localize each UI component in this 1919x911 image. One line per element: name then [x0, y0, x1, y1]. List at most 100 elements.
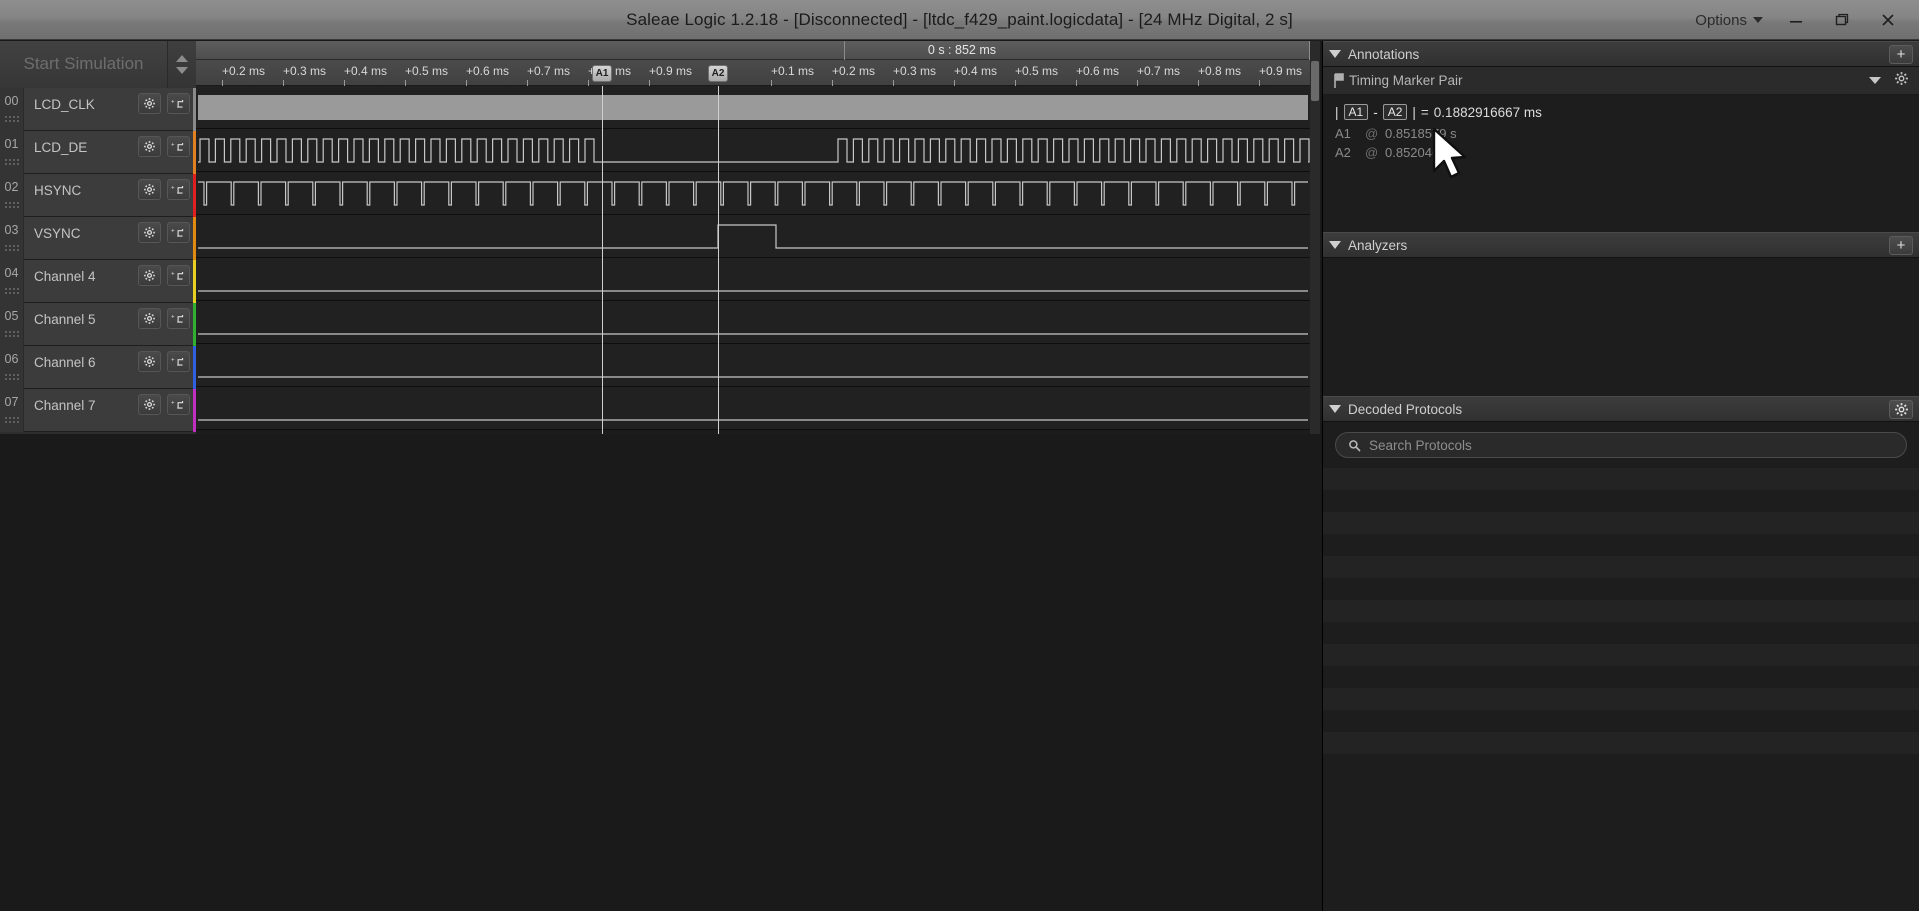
channel-row-channel-4[interactable]: 04 Channel 4 +	[0, 260, 196, 303]
decoded-protocols-settings-button[interactable]	[1889, 400, 1913, 419]
channel-settings-gear-icon[interactable]	[138, 351, 161, 372]
drag-handle-icon[interactable]	[4, 416, 19, 424]
options-menu-button[interactable]: Options	[1685, 8, 1773, 33]
protocol-list-row[interactable]	[1323, 556, 1919, 578]
protocol-list-row[interactable]	[1323, 490, 1919, 512]
protocol-list-row[interactable]	[1323, 578, 1919, 600]
protocol-list-row[interactable]	[1323, 534, 1919, 556]
sample-rate-spinner[interactable]	[168, 40, 196, 88]
channel-buttons: +	[138, 260, 196, 286]
channel-row-channel-7[interactable]: 07 Channel 7 +	[0, 389, 196, 432]
channel-settings-gear-icon[interactable]	[138, 308, 161, 329]
close-button[interactable]	[1865, 0, 1911, 40]
channel-name-label: LCD_DE	[34, 140, 88, 155]
channel-name-label: Channel 6	[34, 355, 96, 370]
drag-handle-icon[interactable]	[4, 287, 19, 295]
protocol-list-row[interactable]	[1323, 688, 1919, 710]
waveform-area[interactable]: 0 s : 852 ms +0.2 ms +0.3 ms +0.4 ms +0.5 m…	[196, 41, 1310, 434]
protocol-list-row[interactable]	[1323, 600, 1919, 622]
marker-a1-row-label: A1	[1335, 126, 1351, 141]
channel-settings-gear-icon[interactable]	[138, 394, 161, 415]
drag-handle-icon[interactable]	[4, 201, 19, 209]
ruler-tick-label: +0.4 ms	[954, 64, 998, 78]
channel-row-vsync[interactable]: 03 VSYNC +	[0, 217, 196, 260]
start-simulation-button[interactable]: Start Simulation	[0, 40, 168, 88]
ruler-tick-label: +0.5 ms	[1015, 64, 1059, 78]
protocol-list-row[interactable]	[1323, 666, 1919, 688]
ruler-tick-label: +0.7 ms	[527, 64, 571, 78]
marker-flag-a2[interactable]: A2	[708, 65, 728, 82]
channel-add-trigger-icon[interactable]: +	[167, 351, 190, 372]
ruler-tick-label: +0.3 ms	[283, 64, 327, 78]
annotation-dropdown-icon[interactable]	[1869, 77, 1881, 84]
annotation-settings-gear-icon[interactable]	[1894, 71, 1909, 91]
drag-handle-icon[interactable]	[4, 158, 19, 166]
protocol-list-row[interactable]	[1323, 710, 1919, 732]
minimize-button[interactable]	[1773, 0, 1819, 40]
drag-handle-icon[interactable]	[4, 244, 19, 252]
collapse-triangle-icon[interactable]	[1329, 241, 1341, 249]
channel-add-trigger-icon[interactable]: +	[167, 136, 190, 157]
channel-row-hsync[interactable]: 02 HSYNC +	[0, 174, 196, 217]
channel-index: 02	[0, 174, 24, 217]
marker-a1-chip[interactable]: A1	[1343, 104, 1369, 120]
spinner-down-icon[interactable]	[176, 66, 188, 74]
annotations-header[interactable]: Annotations +	[1323, 41, 1919, 67]
protocol-list-row[interactable]	[1323, 644, 1919, 666]
marker-a1-row: A1 @ 0.8518579 s	[1335, 126, 1907, 141]
ruler-tick-label: +0.9 ms	[1259, 64, 1303, 78]
marker-a2-chip[interactable]: A2	[1382, 104, 1408, 120]
restore-button[interactable]	[1819, 0, 1865, 40]
channel-add-trigger-icon[interactable]: +	[167, 222, 190, 243]
add-analyzer-button[interactable]: +	[1889, 236, 1913, 255]
drag-handle-icon[interactable]	[4, 373, 19, 381]
collapse-triangle-icon[interactable]	[1329, 50, 1341, 58]
annotation-item-timing-marker-pair[interactable]: Timing Marker Pair	[1323, 67, 1919, 95]
channel-index-label: 03	[4, 223, 19, 237]
protocol-list-row[interactable]	[1323, 732, 1919, 754]
channel-settings-gear-icon[interactable]	[138, 93, 161, 114]
application-window: Saleae Logic 1.2.18 - [Disconnected] - […	[0, 0, 1919, 911]
marker-flag-icon	[1334, 72, 1344, 88]
channel-row-channel-6[interactable]: 06 Channel 6 +	[0, 346, 196, 389]
channel-add-trigger-icon[interactable]: +	[167, 93, 190, 114]
channel-name-label: Channel 4	[34, 269, 96, 284]
spinner-up-icon[interactable]	[176, 54, 188, 62]
channel-row-lcd-clk[interactable]: 00 LCD_CLK +	[0, 88, 196, 131]
channel-settings-gear-icon[interactable]	[138, 265, 161, 286]
waveform-vertical-scrollbar[interactable]	[1310, 41, 1320, 434]
protocol-list-row[interactable]	[1323, 754, 1919, 776]
channel-row-lcd-de[interactable]: 01 LCD_DE +	[0, 131, 196, 174]
time-ruler[interactable]: +0.2 ms +0.3 ms +0.4 ms +0.5 ms +0.6 ms +0.7 …	[196, 60, 1310, 86]
channel-add-trigger-icon[interactable]: +	[167, 308, 190, 329]
waveform-grid[interactable]	[196, 86, 1310, 434]
decoded-protocols-header[interactable]: Decoded Protocols	[1323, 396, 1919, 422]
protocol-list-row[interactable]	[1323, 622, 1919, 644]
ruler-tick-label: +0.3 ms	[893, 64, 937, 78]
channel-name-label: Channel 7	[34, 398, 96, 413]
channel-add-trigger-icon[interactable]: +	[167, 179, 190, 200]
drag-handle-icon[interactable]	[4, 330, 19, 338]
channel-index-label: 07	[4, 395, 19, 409]
channel-row-channel-5[interactable]: 05 Channel 5 +	[0, 303, 196, 346]
ruler-tick-label: +0.4 ms	[344, 64, 388, 78]
search-protocols-field[interactable]: Search Protocols	[1335, 432, 1907, 458]
channel-settings-gear-icon[interactable]	[138, 136, 161, 157]
protocol-results-list[interactable]	[1323, 468, 1919, 776]
collapse-triangle-icon[interactable]	[1329, 405, 1341, 413]
protocol-list-row[interactable]	[1323, 512, 1919, 534]
search-icon	[1349, 439, 1361, 451]
navigation-bar[interactable]: 0 s : 852 ms	[196, 41, 1310, 60]
marker-flag-a1[interactable]: A1	[592, 65, 612, 82]
channel-settings-gear-icon[interactable]	[138, 222, 161, 243]
channel-add-trigger-icon[interactable]: +	[167, 394, 190, 415]
drag-handle-icon[interactable]	[4, 115, 19, 123]
protocol-list-row[interactable]	[1323, 468, 1919, 490]
add-annotation-button[interactable]: +	[1889, 45, 1913, 64]
channel-settings-gear-icon[interactable]	[138, 179, 161, 200]
scrollbar-thumb[interactable]	[1311, 61, 1319, 101]
timing-measurement-row: | A1 - A2 | = 0.1882916667 ms	[1335, 104, 1907, 120]
at-sign-a2: @	[1365, 145, 1379, 160]
channel-add-trigger-icon[interactable]: +	[167, 265, 190, 286]
analyzers-header[interactable]: Analyzers +	[1323, 232, 1919, 258]
